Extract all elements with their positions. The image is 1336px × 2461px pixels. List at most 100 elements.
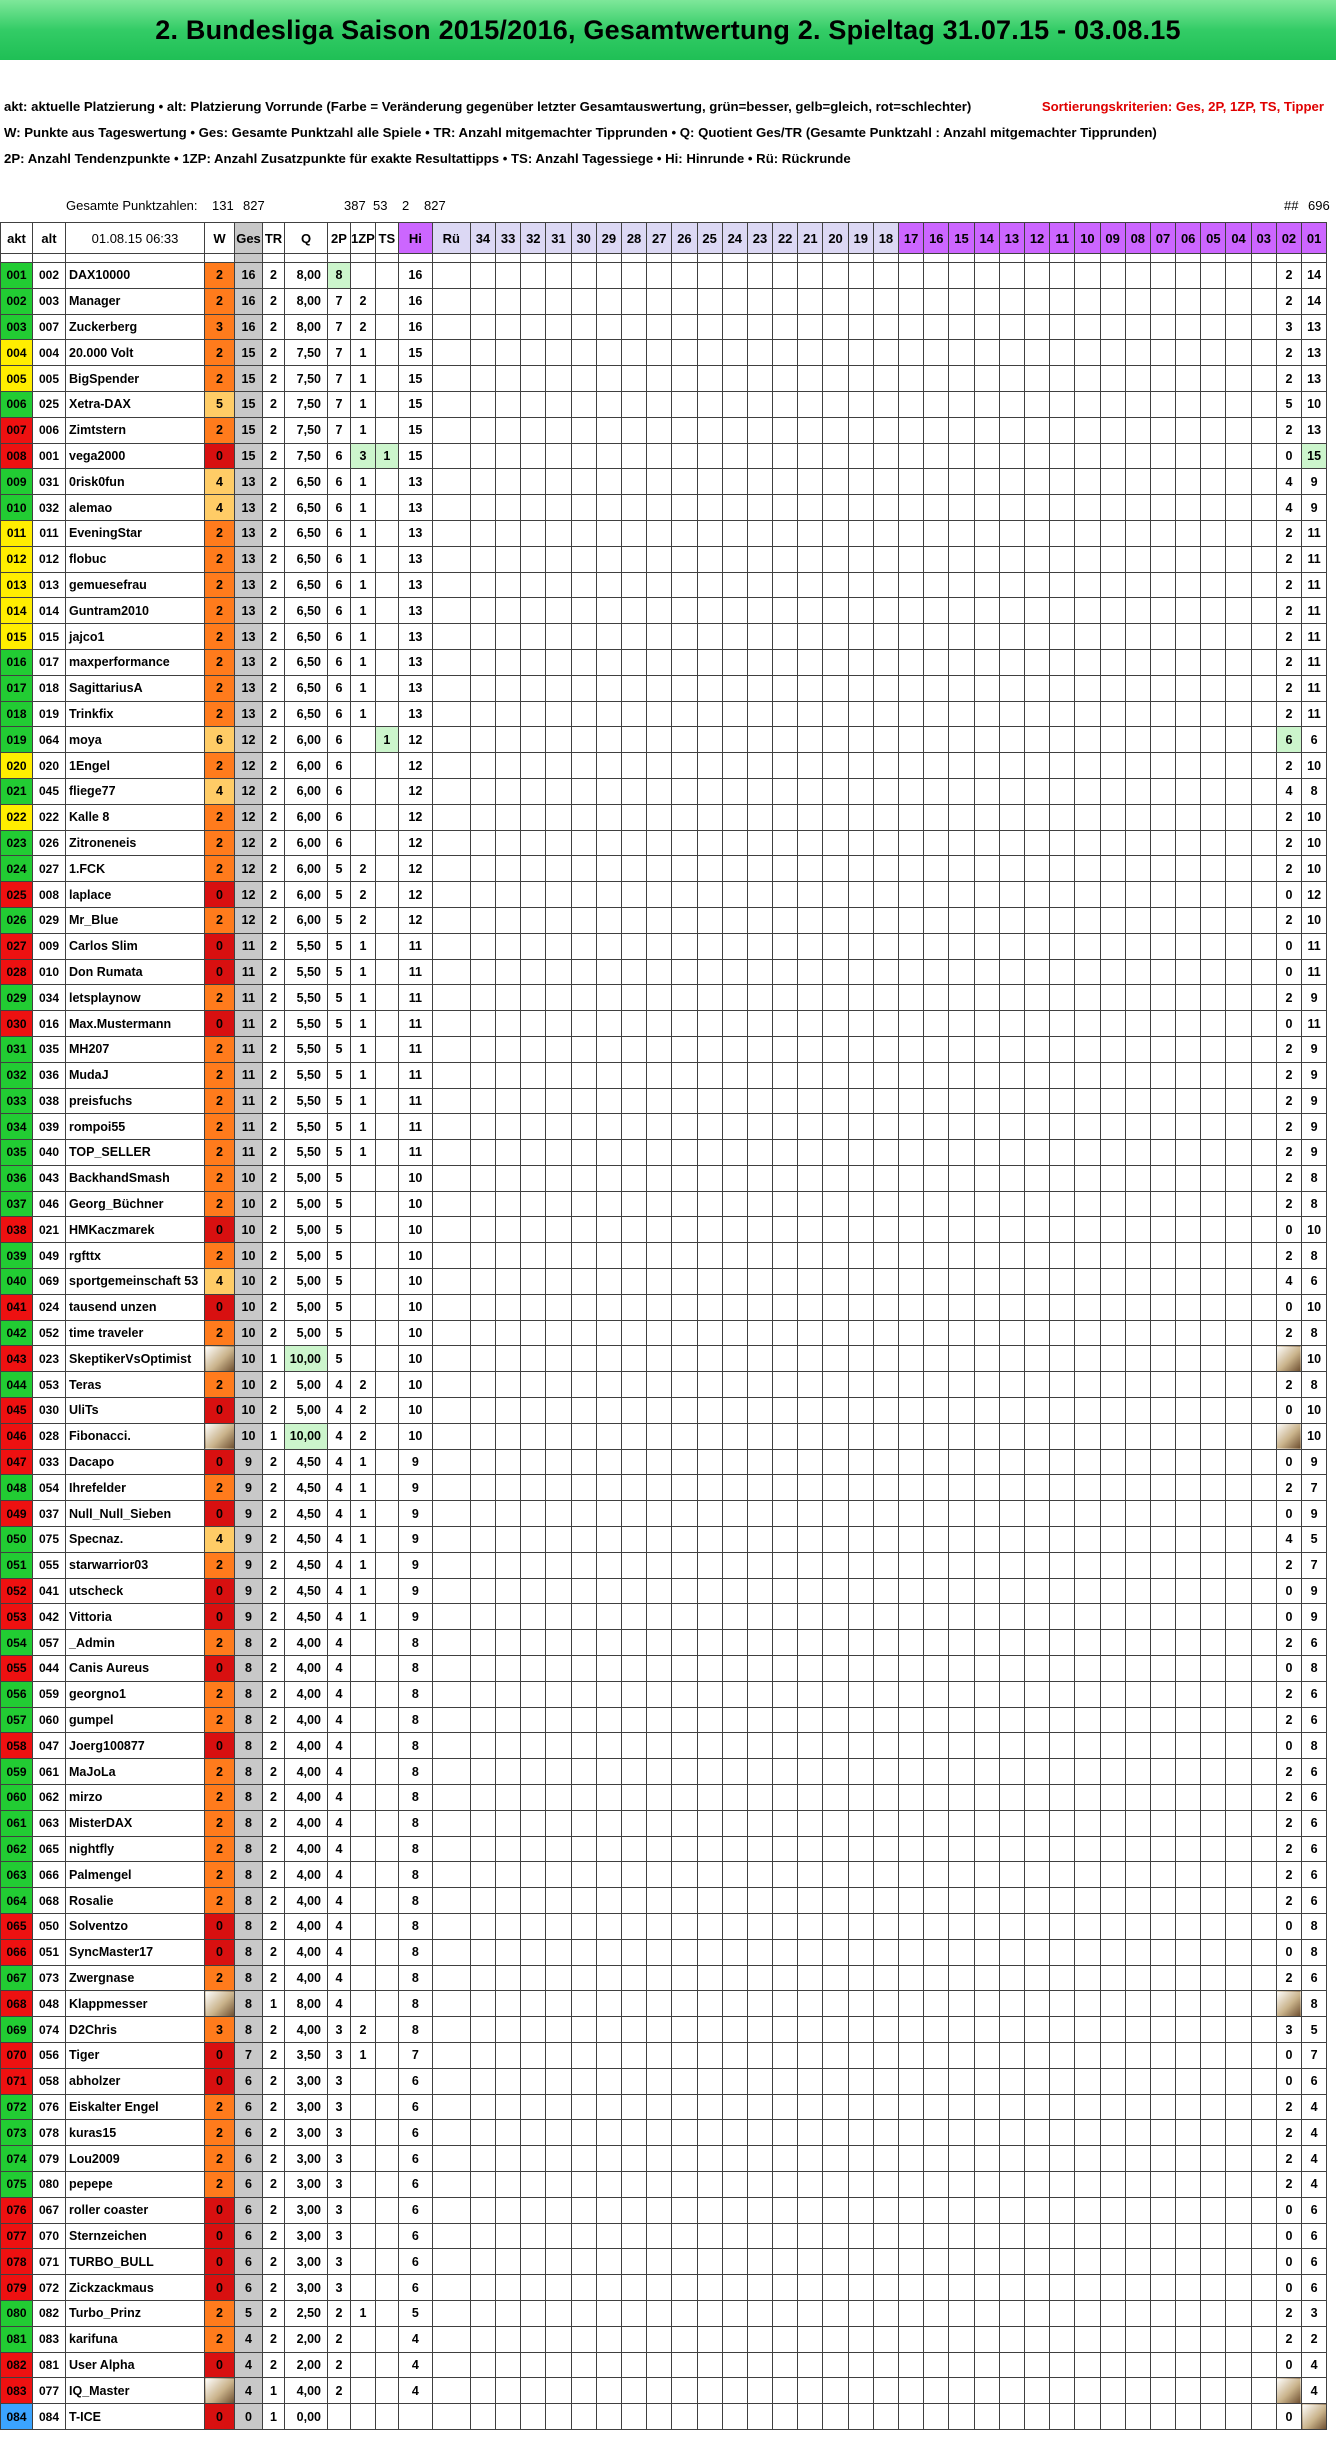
tendency-points: 4 [327, 1938, 351, 1966]
round-08-points [1124, 2222, 1151, 2250]
round-21-points [797, 1010, 824, 1037]
quotient: 8,00 [284, 262, 328, 289]
total-points: 6 [234, 2093, 263, 2121]
round-20-points [822, 2145, 849, 2172]
round-03-points [1250, 416, 1277, 444]
rank-current: 072 [0, 2093, 33, 2121]
day-points: 2 [204, 1784, 235, 1811]
round-24-points [721, 2377, 748, 2405]
round-32-points [520, 881, 547, 908]
first-half-points: 11 [397, 1139, 433, 1166]
table-row: 031 035 MH207 2 11 2 5,50 5 1 11 2 9 [0, 1035, 1328, 1063]
rank-current: 002 [0, 287, 33, 315]
round-08-points [1124, 700, 1151, 728]
round-07-points [1149, 1397, 1177, 1424]
round-08-points [1124, 2093, 1151, 2121]
tendency-points: 4 [327, 1861, 351, 1889]
round-16-points [923, 1964, 950, 1992]
round-04-points [1225, 623, 1252, 650]
round-04-points [1225, 1577, 1252, 1605]
round-32-points [520, 442, 547, 470]
round-04-points [1225, 1345, 1252, 1373]
round-25-points [696, 1809, 723, 1837]
round-13-points [998, 1913, 1025, 1940]
round-15-points [948, 1784, 975, 1811]
round-21-points [797, 1371, 824, 1399]
round-04-points [1225, 494, 1252, 521]
round-15-points [948, 803, 975, 831]
round-27-points [646, 1242, 673, 1270]
round-03-points [1250, 726, 1277, 754]
tendency-points: 6 [327, 803, 351, 831]
round-03-points [1250, 2145, 1277, 2172]
round-03-points [1250, 390, 1277, 418]
first-half-points: 10 [397, 1345, 433, 1373]
round-34-points [469, 1087, 497, 1115]
exact-points: 1 [350, 932, 376, 960]
table-row: 061 063 MisterDAX 2 8 2 4,00 4 8 2 6 [0, 1809, 1328, 1837]
round-32-points [520, 777, 547, 805]
table-row: 006 025 Xetra-DAX 5 15 2 7,50 7 1 15 5 10 [0, 390, 1328, 418]
tendency-points: 4 [327, 1577, 351, 1605]
round-09-points [1099, 674, 1126, 702]
exact-points: 2 [350, 287, 376, 315]
round-16-points [923, 648, 950, 676]
total-points: 15 [234, 416, 263, 444]
round-23-points [746, 2119, 774, 2147]
table-row: 044 053 Teras 2 10 2 5,00 4 2 10 2 8 [0, 1371, 1328, 1399]
round-27-points [646, 1758, 673, 1786]
round-25-points [696, 1371, 723, 1399]
round-21-points [797, 390, 824, 418]
round-06-points [1175, 1242, 1202, 1270]
table-row: 001 002 DAX10000 2 16 2 8,00 8 16 2 14 [0, 262, 1328, 289]
exact-points [350, 1732, 376, 1760]
round-07-points [1149, 1680, 1177, 1708]
rank-previous: 006 [32, 416, 66, 444]
round-24-points [721, 416, 748, 444]
round-05-points [1200, 674, 1227, 702]
round-30-points [570, 2016, 597, 2043]
round-08-points [1124, 2067, 1151, 2095]
round-14-points [973, 777, 1000, 805]
round-14-points [973, 623, 1000, 650]
round-24-points [721, 2016, 748, 2043]
round-23-points [746, 1732, 774, 1760]
totals-w: 131 [212, 198, 234, 213]
round-21-points [797, 339, 824, 367]
round-13-points [998, 1371, 1025, 1399]
round-04-points [1225, 2248, 1252, 2276]
player-name: karifuna [65, 2325, 205, 2353]
spacer-cell [948, 253, 975, 263]
round-07-points [1149, 2325, 1177, 2353]
round-10-points [1074, 1964, 1101, 1992]
round-27-points [646, 2170, 673, 2198]
round-21-points [797, 519, 824, 547]
round-02-points: 2 [1275, 1035, 1303, 1063]
col-hi: Hi [397, 222, 433, 254]
round-21-points [797, 648, 824, 676]
round-17-points [898, 623, 925, 650]
round-07-points [1149, 958, 1177, 986]
round-11-points [1049, 519, 1076, 547]
round-08-points [1124, 1551, 1151, 1579]
table-row: 041 024 tausend unzen 0 10 2 5,00 5 10 0 10 [0, 1293, 1328, 1321]
round-04-points [1225, 1500, 1252, 1528]
round-11-points [1049, 752, 1076, 779]
quotient: 5,00 [284, 1319, 328, 1347]
round-25-points [696, 2119, 723, 2147]
round-17-points [898, 1216, 925, 1244]
round-23-points [746, 339, 774, 367]
round-01-points: 9 [1301, 1035, 1328, 1063]
round-01-points: 4 [1301, 2351, 1328, 2379]
player-name: Zickzackmaus [65, 2274, 205, 2301]
round-31-points [545, 262, 572, 289]
player-name: Mr_Blue [65, 906, 205, 934]
round-18-points [872, 2196, 900, 2224]
round-26-points [671, 803, 698, 831]
round-18-points [872, 1474, 900, 1502]
spacer-cell [898, 253, 925, 263]
rank-previous: 043 [32, 1164, 66, 1192]
round-15-points [948, 2351, 975, 2379]
round-20-points [822, 1732, 849, 1760]
round-21-points [797, 906, 824, 934]
